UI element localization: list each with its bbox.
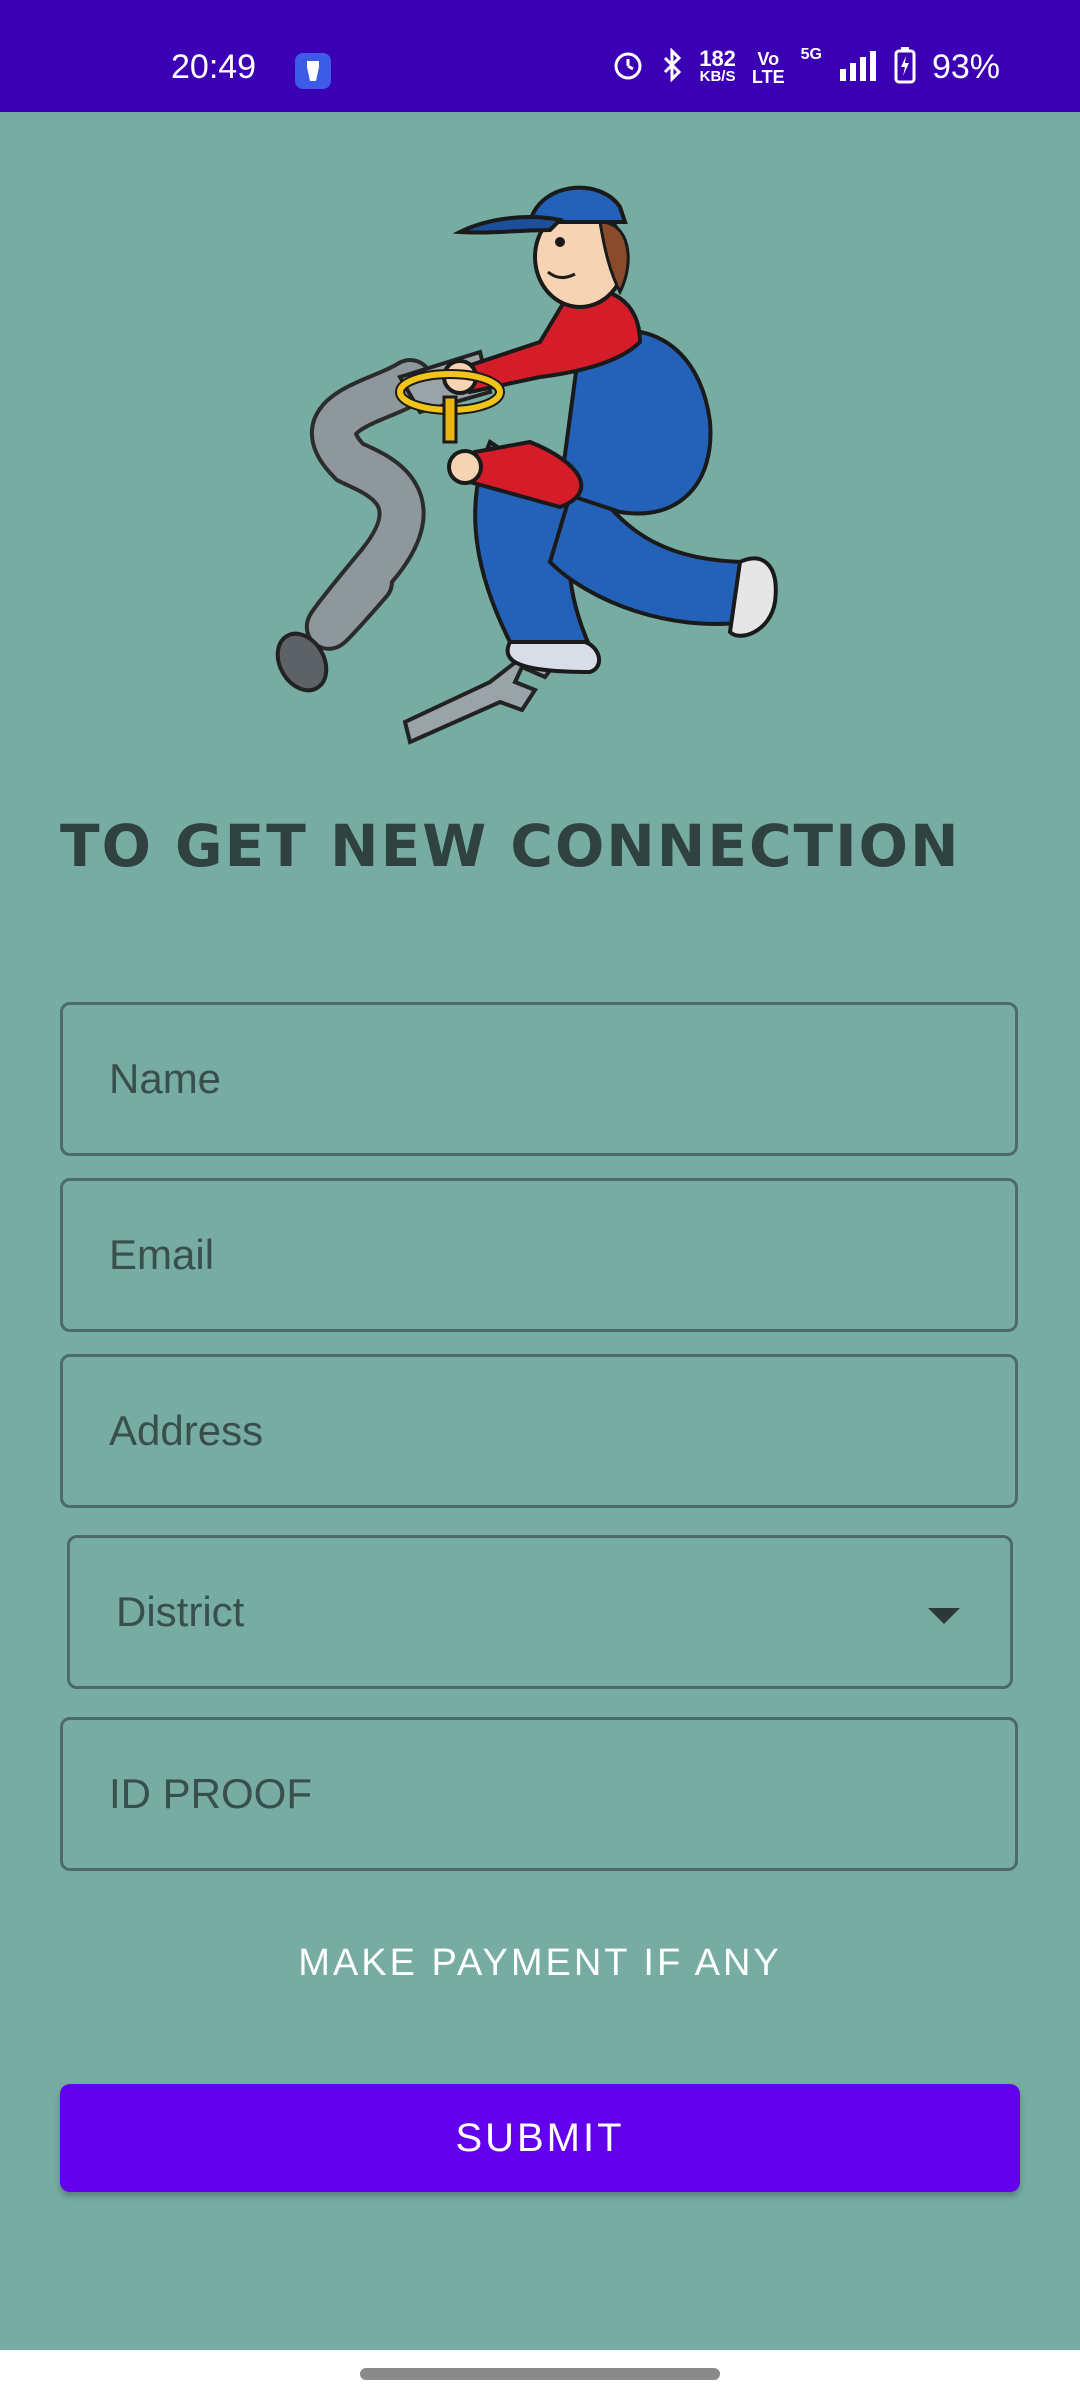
volte-indicator: Vo LTE xyxy=(752,50,785,86)
id-proof-field[interactable]: ID PROOF xyxy=(60,1717,1018,1871)
network-speed-value: 182 xyxy=(699,45,736,71)
volte-bottom: LTE xyxy=(751,66,785,87)
district-dropdown-label: District xyxy=(116,1588,245,1635)
email-field-label: Email xyxy=(109,1231,215,1278)
flashlight-icon xyxy=(295,53,331,89)
name-field-label: Name xyxy=(109,1055,222,1102)
make-payment-button[interactable]: MAKE PAYMENT IF ANY xyxy=(0,1942,1080,1985)
submit-button[interactable]: SUBMIT xyxy=(60,2084,1020,2192)
status-icons: 182 KB/S Vo LTE 5G 93% xyxy=(611,46,1000,89)
address-field-label: Address xyxy=(109,1407,264,1454)
email-field[interactable]: Email xyxy=(60,1178,1018,1332)
district-dropdown[interactable]: District xyxy=(67,1535,1013,1689)
name-field[interactable]: Name xyxy=(60,1002,1018,1156)
bluetooth-icon xyxy=(661,47,683,87)
alarm-icon xyxy=(611,48,645,87)
page-title: TO GET NEW CONNECTION xyxy=(60,812,961,880)
battery-icon xyxy=(894,46,916,89)
signal-icon xyxy=(838,49,878,86)
home-indicator[interactable] xyxy=(360,2368,720,2380)
dropdown-arrow-icon xyxy=(928,1608,960,1624)
network-speed: 182 KB/S xyxy=(699,45,736,86)
network-speed-unit: KB/S xyxy=(699,67,736,85)
navigation-bar xyxy=(0,2350,1080,2400)
status-bar: 20:49 182 KB/S Vo LTE 5G 93% xyxy=(0,0,1080,112)
address-field[interactable]: Address xyxy=(60,1354,1018,1508)
network-type: 5G xyxy=(800,46,822,63)
volte-top: Vo xyxy=(757,48,780,69)
id-proof-field-label: ID PROOF xyxy=(109,1770,313,1817)
status-time: 20:49 xyxy=(171,48,257,86)
main-content: TO GET NEW CONNECTION Name Email Address… xyxy=(0,112,1080,2350)
battery-percent: 93% xyxy=(931,48,1000,86)
plumber-illustration xyxy=(275,185,778,745)
